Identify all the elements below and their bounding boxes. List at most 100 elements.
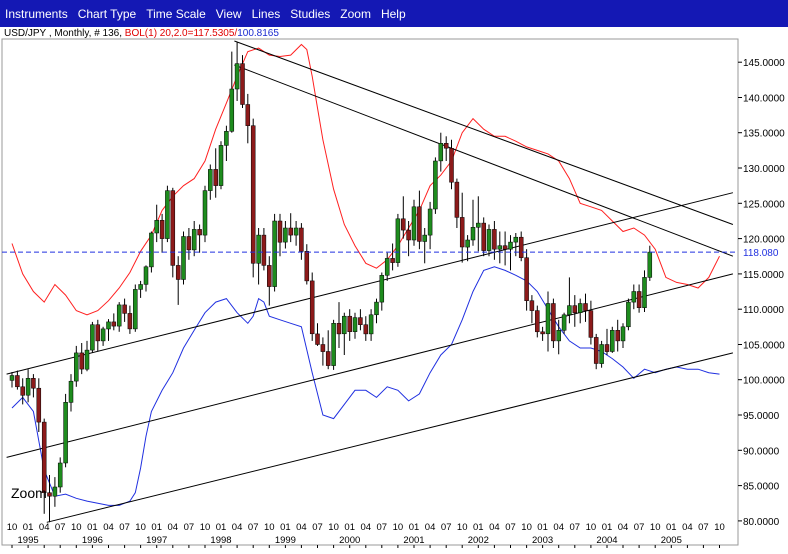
candle-body [604, 344, 610, 352]
candle-body [561, 314, 567, 331]
menu-help[interactable]: Help [381, 7, 406, 21]
candle-body [459, 217, 465, 248]
header-symbol: USD/JPY , Monthly, # 136, [4, 28, 125, 39]
menu-chart-type[interactable]: Chart Type [78, 7, 136, 21]
y-tick-label: 110.0000 [743, 305, 784, 316]
chart-background [0, 27, 788, 554]
x-month-label: 10 [393, 522, 404, 533]
menu-view[interactable]: View [216, 7, 242, 21]
candle-body [234, 63, 240, 90]
candle-body [325, 351, 331, 366]
candle-body [352, 317, 358, 332]
x-month-label: 04 [103, 522, 114, 533]
candle-body [245, 104, 251, 126]
candle-body [518, 236, 524, 258]
y-tick-label: 130.0000 [743, 164, 785, 175]
candle-body [63, 402, 68, 464]
candle-body [25, 378, 31, 396]
candle-body [417, 206, 422, 242]
candle-body [481, 222, 486, 251]
x-month-label: 07 [570, 522, 581, 533]
header-bollinger-lower: 100.8165 [237, 28, 279, 39]
candle-body [41, 421, 47, 493]
candle-body [411, 206, 417, 241]
candle-body [224, 131, 229, 146]
y-tick-label: 145.0000 [743, 58, 785, 69]
candle-body [57, 462, 63, 488]
menu-bar: Instruments Chart Type Time Scale View L… [0, 0, 788, 27]
candle-body [551, 303, 556, 342]
x-year-label: 1995 [18, 535, 39, 546]
candle-body [256, 234, 261, 264]
candle-body [299, 227, 304, 252]
x-month-label: 07 [634, 522, 645, 533]
candle-body [165, 190, 170, 239]
x-month-label: 10 [264, 522, 275, 533]
x-month-label: 01 [602, 522, 613, 533]
candle-body [588, 310, 594, 338]
x-month-label: 10 [71, 522, 82, 533]
price-chart[interactable]: USD/JPY , Monthly, # 136, BOL(1) 20,2.0=… [0, 27, 788, 554]
candle-body [631, 291, 637, 303]
x-month-label: 10 [200, 522, 211, 533]
candle-body [90, 324, 95, 351]
candle-body [599, 344, 604, 364]
x-month-label: 04 [618, 522, 629, 533]
candle-body [304, 251, 310, 282]
y-tick-label: 95.0000 [743, 411, 780, 422]
y-tick-label: 90.0000 [743, 446, 780, 457]
candle-body [545, 303, 551, 335]
menu-lines[interactable]: Lines [252, 7, 281, 21]
candle-body [347, 315, 352, 332]
candle-body [363, 324, 369, 335]
x-month-label: 07 [377, 522, 388, 533]
candle-body [443, 143, 449, 149]
x-month-label: 04 [489, 522, 500, 533]
x-year-label: 2001 [403, 535, 424, 546]
zoom-label[interactable]: Zoom [11, 485, 47, 501]
x-month-label: 01 [666, 522, 677, 533]
candle-body [476, 222, 481, 228]
candle-body [240, 63, 245, 105]
candle-body [31, 378, 36, 389]
x-month-label: 04 [553, 522, 564, 533]
candle-body [283, 227, 288, 243]
menu-instruments[interactable]: Instruments [5, 7, 68, 21]
candle-body [213, 169, 218, 186]
y-tick-label: 80.0000 [743, 517, 780, 528]
candle-body [572, 305, 578, 313]
candle-body [277, 220, 283, 243]
candle-body [229, 88, 235, 132]
x-month-label: 01 [216, 522, 227, 533]
candle-body [529, 300, 535, 311]
menu-studies[interactable]: Studies [290, 7, 330, 21]
candle-body [15, 375, 20, 388]
menu-zoom[interactable]: Zoom [340, 7, 371, 21]
candle-body [395, 218, 401, 263]
y-tick-label: 115.0000 [743, 270, 784, 281]
x-year-label: 1997 [146, 535, 167, 546]
x-month-label: 01 [537, 522, 548, 533]
candle-body [508, 241, 513, 250]
candle-body [288, 227, 293, 236]
candle-body [309, 280, 315, 335]
x-month-label: 01 [280, 522, 291, 533]
candle-body [374, 301, 379, 316]
y-tick-label: 120.0000 [743, 235, 785, 246]
candle-body [181, 236, 186, 280]
candle-body [138, 284, 143, 290]
x-month-label: 07 [312, 522, 323, 533]
candle-body [315, 333, 320, 345]
candle-body [454, 181, 460, 218]
candle-body [159, 220, 165, 239]
candle-body [433, 160, 438, 210]
candle-body [470, 227, 476, 241]
x-year-label: 1996 [82, 535, 103, 546]
x-year-label: 2005 [661, 535, 682, 546]
y-tick-label: 85.0000 [743, 482, 780, 493]
candle-body [79, 352, 84, 370]
candle-body [358, 317, 363, 325]
candle-body [368, 314, 374, 335]
menu-time-scale[interactable]: Time Scale [146, 7, 206, 21]
candle-body [9, 375, 15, 381]
